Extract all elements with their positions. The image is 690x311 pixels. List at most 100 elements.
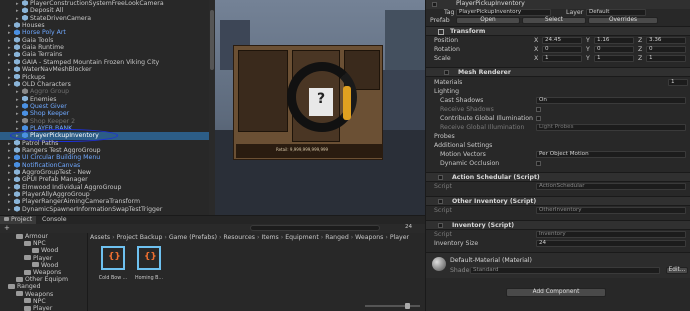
expand-arrow-icon[interactable]: ▸ [8,52,14,58]
tab-project[interactable]: Project [0,216,37,224]
expand-arrow-icon[interactable]: ▸ [8,185,14,191]
project-folder-item[interactable]: Weapons [0,291,87,298]
inventory-size-field[interactable]: 24 [536,240,686,247]
expand-arrow-icon[interactable]: ▸ [8,170,14,176]
hierarchy-item[interactable]: ▸ DynamicSpawnerInformationSwapTestTrigge… [0,205,215,213]
action-schedular-checkbox[interactable] [438,175,443,180]
contribute-gi-checkbox[interactable] [536,116,541,121]
dynamic-occlusion-checkbox[interactable] [536,161,541,166]
mesh-renderer-header[interactable]: Mesh Renderer [426,67,690,77]
hierarchy-item[interactable]: ▸ PLAYER BANK [0,124,215,132]
scene-view[interactable]: Retail: 9,999,999,999,999 ? [215,0,425,215]
breadcrumb-segment[interactable]: Assets [90,234,110,241]
active-checkbox[interactable] [432,2,437,7]
hierarchy-item[interactable]: ▸ WaterNavMeshBlocker [0,66,215,73]
expand-arrow-icon[interactable]: ▸ [16,16,22,22]
hierarchy-item[interactable]: ▸ Shop Keeper 2 [0,117,215,125]
expand-arrow-icon[interactable]: ▸ [8,60,14,66]
inventory-checkbox[interactable] [438,223,443,228]
breadcrumb-segment[interactable]: Project Backup [117,234,163,241]
shader-edit-button[interactable]: Edit... [666,267,688,274]
hierarchy-item[interactable]: ▸ GPUI Prefab Manager [0,176,215,183]
expand-arrow-icon[interactable]: ▸ [8,82,14,88]
prefab-overrides-button[interactable]: Overrides [588,17,658,24]
hierarchy-item[interactable]: ▸ AggroGroupTest - New [0,169,215,176]
project-folder-item[interactable]: Wood [0,247,87,254]
hierarchy-item[interactable]: ▸ Houses [0,22,215,29]
hierarchy-item[interactable]: ▸ UI Circular Building Menu [0,154,215,161]
scale-z-field[interactable]: 1 [646,55,686,62]
project-folder-item[interactable]: Weapons [0,269,87,276]
project-folder-item[interactable]: NPC [0,240,87,247]
hierarchy-item[interactable]: ▸ StateDrivenCamera [0,14,215,22]
expand-arrow-icon[interactable]: ▸ [16,8,22,14]
materials-row[interactable]: Materials 1 [426,79,690,87]
hierarchy-item[interactable]: ▸ PlayerPickupInventory [0,132,215,140]
expand-arrow-icon[interactable]: ▸ [8,177,14,183]
expand-arrow-icon[interactable]: ▸ [8,30,14,36]
project-folder-item[interactable]: Wood [0,262,87,269]
hierarchy-item[interactable]: ▸ Quest Giver [0,102,215,110]
action-schedular-header[interactable]: Action Schedular (Script) [426,172,690,182]
inventory-header[interactable]: Inventory (Script) [426,220,690,230]
expand-arrow-icon[interactable]: ▸ [16,111,22,117]
expand-arrow-icon[interactable]: ▸ [8,155,14,161]
layer-dropdown[interactable]: Default [586,9,646,16]
expand-arrow-icon[interactable]: ▸ [16,1,22,7]
breadcrumb-segment[interactable]: Ranged [325,234,349,241]
expand-arrow-icon[interactable]: ▸ [8,45,14,51]
breadcrumb-segment[interactable]: Game (Prefabs) [169,234,217,241]
cast-shadows-dropdown[interactable]: On [536,97,686,104]
project-folder-item[interactable]: Ranged [0,283,87,290]
expand-arrow-icon[interactable]: ▸ [8,141,14,147]
hierarchy-item[interactable]: ▸ Deposit All [0,7,215,14]
hierarchy-item[interactable]: ▸ Enemies [0,95,215,103]
breadcrumb-segment[interactable]: Weapons [355,234,383,241]
project-folder-item[interactable]: Other Equipm [0,276,87,283]
motion-vectors-dropdown[interactable]: Per Object Motion [536,151,686,158]
icon-size-slider-thumb[interactable] [405,303,410,309]
tag-dropdown[interactable]: PlayerPickupInventory [456,9,551,16]
expand-arrow-icon[interactable]: ▸ [16,97,22,103]
hierarchy-item[interactable]: ▸ GAIA - Stamped Mountain Frozen Viking C… [0,58,215,66]
position-x-field[interactable]: 24.45 [542,37,582,44]
other-inventory-header[interactable]: Other Inventory (Script) [426,196,690,206]
position-y-field[interactable]: 1.16 [594,37,634,44]
add-button[interactable]: + [4,224,10,232]
hierarchy-item[interactable]: ▸ PlayerAllyAggroGroup [0,191,215,198]
breadcrumb-segment[interactable]: Resources [223,234,255,241]
expand-arrow-icon[interactable]: ▸ [16,119,22,125]
prefab-open-button[interactable]: Open [456,17,520,24]
rotation-z-field[interactable]: 0 [646,46,686,53]
scale-x-field[interactable]: 1 [542,55,582,62]
breadcrumb-segment[interactable]: Player [390,234,409,241]
hierarchy-item[interactable]: ▸ PlayerConstructionSystemFreeLookCamera [0,0,215,7]
position-z-field[interactable]: 3.36 [646,37,686,44]
expand-arrow-icon[interactable]: ▸ [8,148,14,154]
breadcrumb-segment[interactable]: Items [261,234,278,241]
project-folder-item[interactable]: NPC [0,298,87,305]
hierarchy-item[interactable]: ▸ NotificationCanvas [0,161,215,169]
expand-arrow-icon[interactable]: ▸ [8,38,14,44]
scale-y-field[interactable]: 1 [594,55,634,62]
hierarchy-item[interactable]: ▸ Patrol Paths [0,139,215,147]
project-folder-item[interactable]: Player [0,305,87,311]
other-inventory-checkbox[interactable] [438,199,443,204]
lighting-row[interactable]: Lighting [426,88,690,96]
inventory-script-field[interactable]: Inventory [536,231,686,238]
hierarchy-item[interactable]: ▸ Aggro Group [0,88,215,95]
materials-count-field[interactable]: 1 [668,79,688,86]
expand-arrow-icon[interactable]: ▸ [8,67,14,73]
action-schedular-script-field[interactable]: ActionSchedular [536,183,686,190]
rotation-y-field[interactable]: 0 [594,46,634,53]
object-name[interactable]: PlayerPickupInventory [456,0,525,7]
receive-gi-dropdown[interactable]: Light Probes [536,124,686,131]
asset-tile[interactable]: {} Homing B... [132,246,166,292]
probes-row[interactable]: Probes [426,133,690,141]
additional-settings-row[interactable]: Additional Settings [426,142,690,150]
hierarchy-item[interactable]: ▸ OLD Characters [0,80,215,88]
hierarchy-item[interactable]: ▸ Rangers Test AggroGroup [0,147,215,154]
expand-arrow-icon[interactable]: ▸ [16,104,22,110]
hierarchy-item[interactable]: ▸ PlayerRangerAimingCameraTransform [0,198,215,205]
search-input[interactable] [250,225,380,231]
